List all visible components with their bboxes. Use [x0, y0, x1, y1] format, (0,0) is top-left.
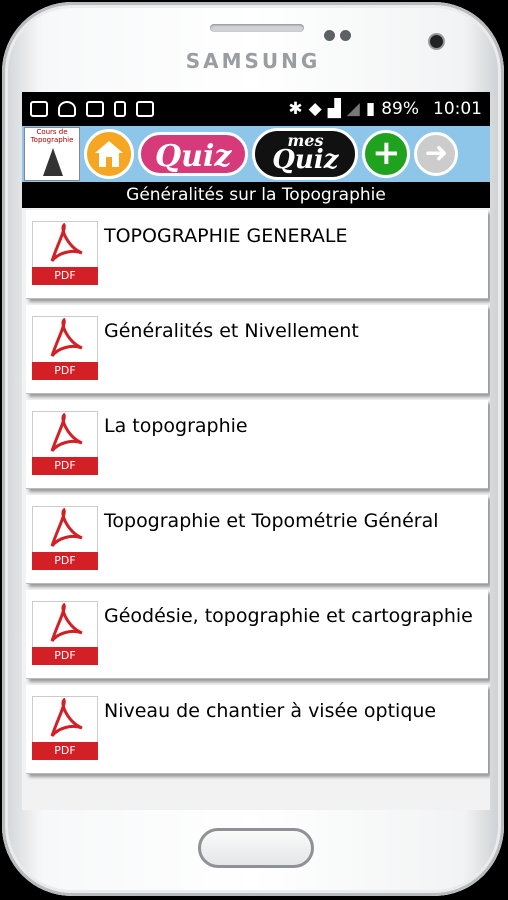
page-title: Généralités sur la Topographie [22, 182, 490, 208]
bluetooth-icon: ✱ [288, 99, 303, 119]
list-item[interactable]: PDF Niveau de chantier à visée optique [26, 685, 488, 774]
pdf-icon: PDF [32, 506, 98, 572]
pdf-icon: PDF [32, 601, 98, 667]
pdf-badge: PDF [32, 647, 98, 665]
pdf-badge: PDF [32, 552, 98, 570]
list-item-label: Topographie et Topométrie Général [104, 510, 439, 532]
add-button[interactable]: + [362, 130, 411, 178]
document-list: PDF TOPOGRAPHIE GENERALE PDF Généralités… [22, 208, 490, 774]
tripod-icon [43, 148, 63, 176]
logo-text: Cours de Topographie [30, 128, 74, 144]
sensor-icon [324, 30, 335, 41]
mes-quiz-button[interactable]: mes Quiz [252, 128, 359, 180]
cleaner-icon [58, 101, 76, 117]
signal-icon: ▟ [327, 99, 341, 119]
pdf-icon: PDF [32, 696, 98, 762]
hardware-home-button[interactable] [198, 828, 314, 868]
clock: 10:01 [433, 99, 482, 119]
status-bar: ✱ ◆ ▟ ◢ ▮ 89% 10:01 [22, 92, 490, 126]
sensor-icon [340, 30, 351, 41]
pdf-badge: PDF [32, 362, 98, 380]
earpiece-speaker [210, 24, 304, 32]
pdf-icon: PDF [32, 411, 98, 477]
list-item[interactable]: PDF Généralités et Nivellement [26, 305, 488, 394]
mes-quiz-bottom: Quiz [272, 145, 339, 175]
bag-icon [86, 101, 104, 117]
usb-icon [114, 101, 126, 117]
message-icon [30, 101, 48, 117]
home-button[interactable] [84, 129, 134, 179]
list-item-label: TOPOGRAPHIE GENERALE [104, 225, 348, 247]
home-icon [95, 141, 123, 167]
front-camera-icon [430, 35, 443, 48]
device-brand: SAMSUNG [185, 49, 321, 73]
phone-frame: SAMSUNG ✱ ◆ ▟ ◢ ▮ 89% 10:01 Cours de Top… [2, 2, 504, 896]
app-logo: Cours de Topographie [24, 127, 80, 181]
list-item[interactable]: PDF La topographie [26, 400, 488, 489]
pdf-badge: PDF [32, 457, 98, 475]
pdf-badge: PDF [32, 267, 98, 285]
quiz-button[interactable]: Quiz [138, 132, 249, 176]
pdf-badge: PDF [32, 742, 98, 760]
list-item-label: Niveau de chantier à visée optique [104, 700, 437, 722]
list-item[interactable]: PDF Géodésie, topographie et cartographi… [26, 590, 488, 679]
pdf-icon: PDF [32, 221, 98, 287]
wifi-icon: ◆ [308, 99, 322, 119]
list-item-label: Géodésie, topographie et cartographie [104, 605, 473, 627]
app-toolbar: Cours de Topographie Quiz mes Quiz + ➜ [22, 126, 490, 182]
battery-percent: 89% [381, 99, 419, 119]
battery-icon: ▮ [365, 99, 376, 119]
screen: ✱ ◆ ▟ ◢ ▮ 89% 10:01 Cours de Topographie… [22, 92, 490, 810]
list-item-label: Généralités et Nivellement [104, 320, 359, 342]
list-item[interactable]: PDF Topographie et Topométrie Général [26, 495, 488, 584]
list-item-label: La topographie [104, 415, 248, 437]
image-icon [136, 101, 154, 117]
list-item[interactable]: PDF TOPOGRAPHIE GENERALE [26, 210, 488, 299]
signal-empty-icon: ◢ [346, 99, 360, 119]
pdf-icon: PDF [32, 316, 98, 382]
forward-button[interactable]: ➜ [414, 132, 459, 176]
